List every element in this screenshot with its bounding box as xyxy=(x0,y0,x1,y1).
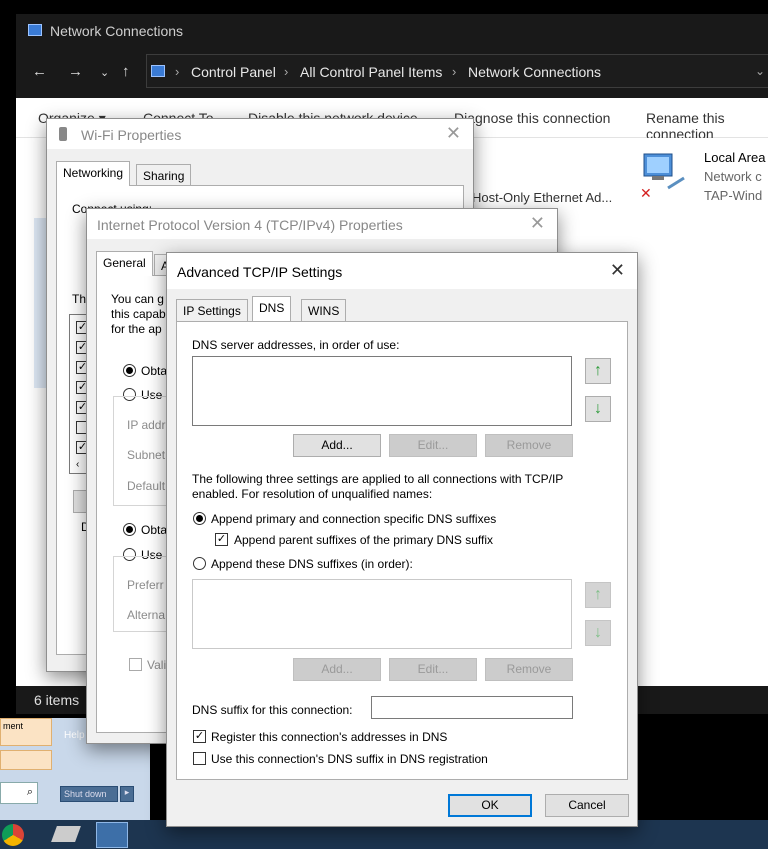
host-only-adapter-name[interactable]: Host-Only Ethernet Ad... xyxy=(472,190,612,205)
preferred-dns-label: Preferr xyxy=(127,578,164,592)
dns-panel: DNS server addresses, in order of use: ↑… xyxy=(176,321,628,780)
dns-suffix-input[interactable] xyxy=(371,696,573,719)
default-gateway-label: Default xyxy=(127,479,166,493)
up-arrow-icon[interactable]: ↑ xyxy=(122,63,130,80)
item-count: 6 items xyxy=(34,692,80,708)
local-area-status: Network c xyxy=(704,169,762,184)
ok-button[interactable]: OK xyxy=(448,794,532,817)
description-line: You can g xyxy=(111,292,164,306)
tab-sharing[interactable]: Sharing xyxy=(136,164,192,186)
obtain-ip-label: Obta xyxy=(141,364,168,378)
breadcrumb-separator-icon: › xyxy=(284,64,289,79)
recent-chevron-icon[interactable]: ⌄ xyxy=(100,66,109,79)
description-line: this capab xyxy=(111,307,166,321)
validate-label: Vali xyxy=(147,658,167,672)
wifi-adapter-icon xyxy=(59,127,67,141)
ipv4-dialog-title-bar: Internet Protocol Version 4 (TCP/IPv4) P… xyxy=(87,209,557,239)
use-suffix-registration-label: Use this connection's DNS suffix in DNS … xyxy=(211,752,488,766)
dns-suffix-label: DNS suffix for this connection: xyxy=(192,703,353,717)
this-connection-label: Th xyxy=(72,292,87,306)
breadcrumb-separator-icon: › xyxy=(452,64,457,79)
ip-address-label: IP addr xyxy=(127,418,166,432)
obtain-dns-radio[interactable] xyxy=(123,523,136,536)
close-icon[interactable]: ✕ xyxy=(446,123,461,144)
start-search-box[interactable]: ⌕ xyxy=(0,782,38,804)
help-link[interactable]: Help xyxy=(64,730,85,741)
tab-dns[interactable]: DNS xyxy=(252,296,292,321)
shutdown-options-icon[interactable]: ▸ xyxy=(120,786,134,802)
wifi-dialog-title: Wi-Fi Properties xyxy=(81,127,182,143)
explorer-title-bar: Network Connections xyxy=(16,14,768,48)
svg-text:✕: ✕ xyxy=(640,186,652,198)
suffix-move-up-arrow-icon[interactable]: ↑ xyxy=(585,582,611,608)
ipv4-dialog-title: Internet Protocol Version 4 (TCP/IPv4) P… xyxy=(97,217,403,233)
breadcrumb-separator-icon: › xyxy=(175,64,180,79)
register-addresses-checkbox[interactable]: ✓ xyxy=(193,730,206,743)
dns-suffixes-list[interactable] xyxy=(192,579,572,649)
local-area-connection-icon[interactable]: ✕ xyxy=(640,148,690,202)
control-panel-icon xyxy=(151,65,165,77)
suffix-move-down-arrow-icon[interactable]: ↓ xyxy=(585,620,611,646)
remove-suffix-button[interactable]: Remove xyxy=(485,658,573,681)
local-area-device: TAP-Wind xyxy=(704,188,763,203)
scanner-icon[interactable] xyxy=(51,826,81,842)
description-line: for the ap xyxy=(111,322,162,336)
append-primary-label: Append primary and connection specific D… xyxy=(211,512,497,526)
advanced-dialog-title-bar: Advanced TCP/IP Settings ✕ xyxy=(167,253,637,289)
shutdown-button[interactable]: Shut down xyxy=(60,786,118,802)
explorer-address-bar: ← → ⌄ ↑ › Control Panel › All Control Pa… xyxy=(16,52,768,92)
append-primary-radio[interactable] xyxy=(193,512,206,525)
back-arrow-icon[interactable]: ← xyxy=(32,63,47,80)
use-suffix-registration-checkbox[interactable] xyxy=(193,752,206,765)
start-menu-item[interactable] xyxy=(0,750,52,770)
scroll-left-icon[interactable]: ‹ xyxy=(76,459,79,470)
breadcrumb-network-connections[interactable]: Network Connections xyxy=(468,64,601,80)
diagnose-command[interactable]: Diagnose this connection xyxy=(454,110,610,126)
chrome-icon[interactable] xyxy=(2,824,24,846)
append-these-radio[interactable] xyxy=(193,557,206,570)
advanced-tcpip-dialog: Advanced TCP/IP Settings ✕ IP Settings D… xyxy=(166,252,638,827)
explorer-title: Network Connections xyxy=(50,23,184,39)
register-addresses-label: Register this connection's addresses in … xyxy=(211,730,448,744)
dns-servers-list[interactable] xyxy=(192,356,572,426)
local-area-name: Local Area xyxy=(704,150,766,165)
cancel-button[interactable]: Cancel xyxy=(545,794,629,817)
tab-ip-settings[interactable]: IP Settings xyxy=(176,299,248,321)
address-box[interactable]: › Control Panel › All Control Panel Item… xyxy=(146,54,768,88)
advanced-dialog-title: Advanced TCP/IP Settings xyxy=(177,264,343,280)
tab-general[interactable]: General xyxy=(96,251,153,276)
wifi-dialog-title-bar: Wi-Fi Properties ✕ xyxy=(47,119,473,149)
network-taskbar-icon[interactable] xyxy=(96,822,128,848)
add-suffix-button[interactable]: Add... xyxy=(293,658,381,681)
move-down-arrow-icon[interactable]: ↓ xyxy=(585,396,611,422)
breadcrumb-all-items[interactable]: All Control Panel Items xyxy=(300,64,442,80)
obtain-ip-radio[interactable] xyxy=(123,364,136,377)
obtain-dns-label: Obta xyxy=(141,523,168,537)
tab-wins[interactable]: WINS xyxy=(301,299,347,321)
remove-dns-server-button[interactable]: Remove xyxy=(485,434,573,457)
tab-networking[interactable]: Networking xyxy=(56,161,131,186)
append-parent-checkbox[interactable]: ✓ xyxy=(215,533,228,546)
close-icon[interactable]: ✕ xyxy=(530,213,545,234)
address-dropdown-icon[interactable]: ⌄ xyxy=(755,64,765,78)
append-these-label: Append these DNS suffixes (in order): xyxy=(211,557,413,571)
validate-checkbox[interactable] xyxy=(129,658,142,671)
start-menu-item[interactable]: ment xyxy=(0,718,52,746)
edit-suffix-button[interactable]: Edit... xyxy=(389,658,477,681)
search-icon: ⌕ xyxy=(26,786,33,798)
info-text-line1: The following three settings are applied… xyxy=(192,472,564,486)
breadcrumb-control-panel[interactable]: Control Panel xyxy=(191,64,276,80)
edit-dns-server-button[interactable]: Edit... xyxy=(389,434,477,457)
close-icon[interactable]: ✕ xyxy=(610,260,625,281)
forward-arrow-icon[interactable]: → xyxy=(68,63,83,80)
network-connections-icon xyxy=(28,24,42,36)
info-text-line2: enabled. For resolution of unqualified n… xyxy=(192,487,433,501)
append-parent-label: Append parent suffixes of the primary DN… xyxy=(234,533,494,547)
add-dns-server-button[interactable]: Add... xyxy=(293,434,381,457)
dns-servers-label: DNS server addresses, in order of use: xyxy=(192,338,400,352)
subnet-label: Subnet xyxy=(127,448,166,462)
alternate-dns-label: Alterna xyxy=(127,608,166,622)
move-up-arrow-icon[interactable]: ↑ xyxy=(585,358,611,384)
